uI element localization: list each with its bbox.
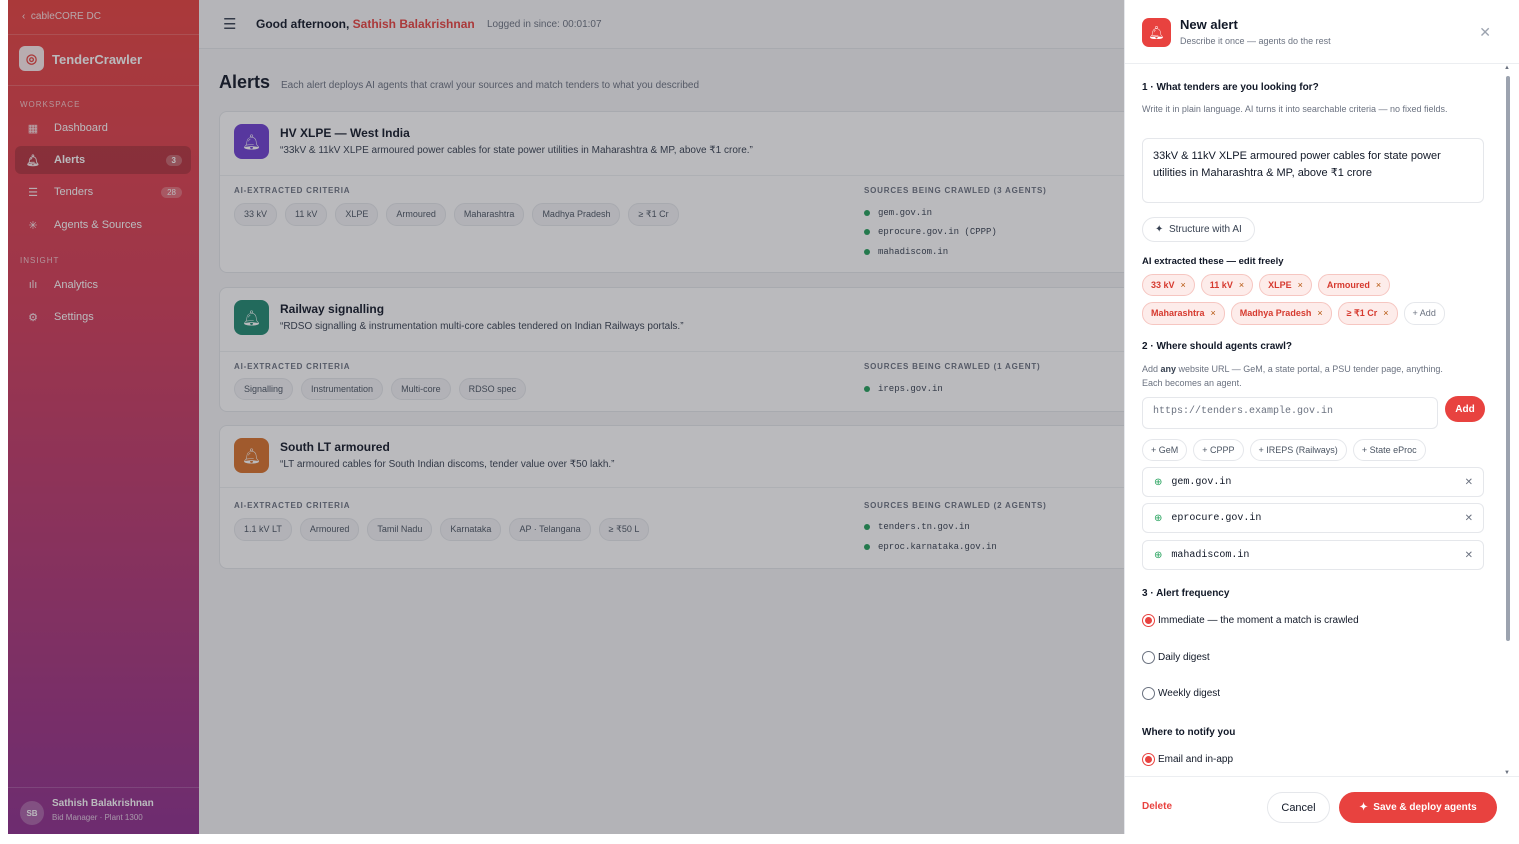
modal-backdrop[interactable] — [8, 0, 1124, 834]
panel-subtitle: Describe it once — agents do the rest — [1180, 36, 1331, 46]
cancel-button[interactable]: Cancel — [1267, 792, 1330, 823]
question-1: 1 · What tenders are you looking for? — [1142, 82, 1319, 93]
url-input[interactable]: https://tenders.example.gov.in — [1142, 397, 1438, 429]
freq-weekly-radio[interactable]: Weekly digest — [1142, 687, 1220, 700]
description-textarea[interactable]: 33kV & 11kV XLPE armoured power cables f… — [1142, 138, 1484, 203]
remove-icon[interactable]: × — [1383, 308, 1388, 318]
criteria-tag[interactable]: XLPE × — [1259, 274, 1312, 296]
delete-button[interactable]: Delete — [1142, 801, 1172, 812]
panel-footer: Delete Cancel ✦ Save & deploy agents — [1125, 776, 1519, 834]
criteria-tag[interactable]: 11 kV × — [1200, 274, 1254, 296]
source-row: ⊕ gem.gov.in ✕ — [1142, 467, 1484, 497]
add-tag-button[interactable]: + Add — [1403, 302, 1445, 325]
panel-title: New alert — [1180, 17, 1238, 32]
question-1-help: Write it in plain language. AI turns it … — [1142, 104, 1448, 114]
close-icon[interactable]: ✕ — [1479, 24, 1491, 41]
question-2: 2 · Where should agents crawl? — [1142, 341, 1293, 352]
source-row: ⊕ mahadiscom.in ✕ — [1142, 540, 1484, 570]
source-row: ⊕ eprocure.gov.in ✕ — [1142, 503, 1484, 533]
remove-source-icon[interactable]: ✕ — [1465, 513, 1473, 524]
remove-source-icon[interactable]: ✕ — [1465, 477, 1473, 488]
globe-icon: ⊕ — [1154, 476, 1163, 488]
add-source-button[interactable]: Add — [1445, 396, 1485, 422]
remove-icon[interactable]: × — [1317, 308, 1322, 318]
new-alert-panel: 🔔︎ New alert Describe it once — agents d… — [1124, 0, 1519, 834]
question-2-help: Add any website URL — GeM, a state porta… — [1142, 364, 1443, 388]
extracted-tags-row-2: Maharashtra × Madhya Pradesh × ≥ ₹1 Cr × + … — [1142, 302, 1445, 325]
extracted-tags-row-1: 33 kV × 11 kV × XLPE × Armoured × — [1142, 274, 1391, 296]
remove-source-icon[interactable]: ✕ — [1465, 550, 1473, 561]
structure-with-ai-button[interactable]: ✦ Structure with AI — [1142, 217, 1255, 242]
scrollbar-thumb[interactable] — [1506, 76, 1510, 641]
radio-icon — [1142, 651, 1155, 664]
bell-icon: 🔔︎ — [1142, 18, 1171, 47]
question-3: 3 · Alert frequency — [1142, 588, 1230, 599]
radio-icon — [1142, 687, 1155, 700]
globe-icon: ⊕ — [1154, 512, 1163, 524]
freq-daily-radio[interactable]: Daily digest — [1142, 651, 1210, 664]
globe-icon: ⊕ — [1154, 549, 1163, 561]
notify-email-inapp-radio[interactable]: Email and in-app — [1142, 753, 1233, 766]
remove-icon[interactable]: × — [1298, 280, 1303, 290]
panel-header: 🔔︎ New alert Describe it once — agents d… — [1125, 0, 1519, 64]
scrollbar[interactable]: ▲ ▼ — [1504, 65, 1511, 776]
criteria-tag[interactable]: ≥ ₹1 Cr × — [1337, 302, 1398, 325]
criteria-tag[interactable]: Maharashtra × — [1142, 302, 1225, 325]
notify-label: Where to notify you — [1142, 727, 1236, 738]
extracted-label: AI extracted these — edit freely — [1142, 256, 1284, 267]
criteria-tag[interactable]: 33 kV × — [1142, 274, 1195, 296]
sparkle-icon: ✦ — [1155, 224, 1164, 235]
quick-add-cppp[interactable]: + CPPP — [1193, 439, 1244, 461]
sparkle-icon: ✦ — [1359, 802, 1368, 813]
quick-add-row: + GeM + CPPP + IREPS (Railways) + State … — [1142, 439, 1426, 461]
quick-add-gem[interactable]: + GeM — [1142, 439, 1188, 461]
criteria-tag[interactable]: Madhya Pradesh × — [1230, 302, 1332, 325]
remove-icon[interactable]: × — [1211, 308, 1216, 318]
radio-selected-icon — [1142, 753, 1155, 766]
radio-selected-icon — [1142, 614, 1155, 627]
quick-add-ireps[interactable]: + IREPS (Railways) — [1249, 439, 1347, 461]
scroll-up-icon[interactable]: ▲ — [1504, 65, 1510, 71]
panel-body: 1 · What tenders are you looking for? Wr… — [1142, 64, 1487, 776]
remove-icon[interactable]: × — [1376, 280, 1381, 290]
quick-add-state-eproc[interactable]: + State eProc — [1352, 439, 1426, 461]
freq-immediate-radio[interactable]: Immediate — the moment a match is crawle… — [1142, 614, 1359, 627]
remove-icon[interactable]: × — [1181, 280, 1186, 290]
remove-icon[interactable]: × — [1239, 280, 1244, 290]
criteria-tag[interactable]: Armoured × — [1317, 274, 1391, 296]
save-deploy-button[interactable]: ✦ Save & deploy agents — [1339, 792, 1497, 823]
